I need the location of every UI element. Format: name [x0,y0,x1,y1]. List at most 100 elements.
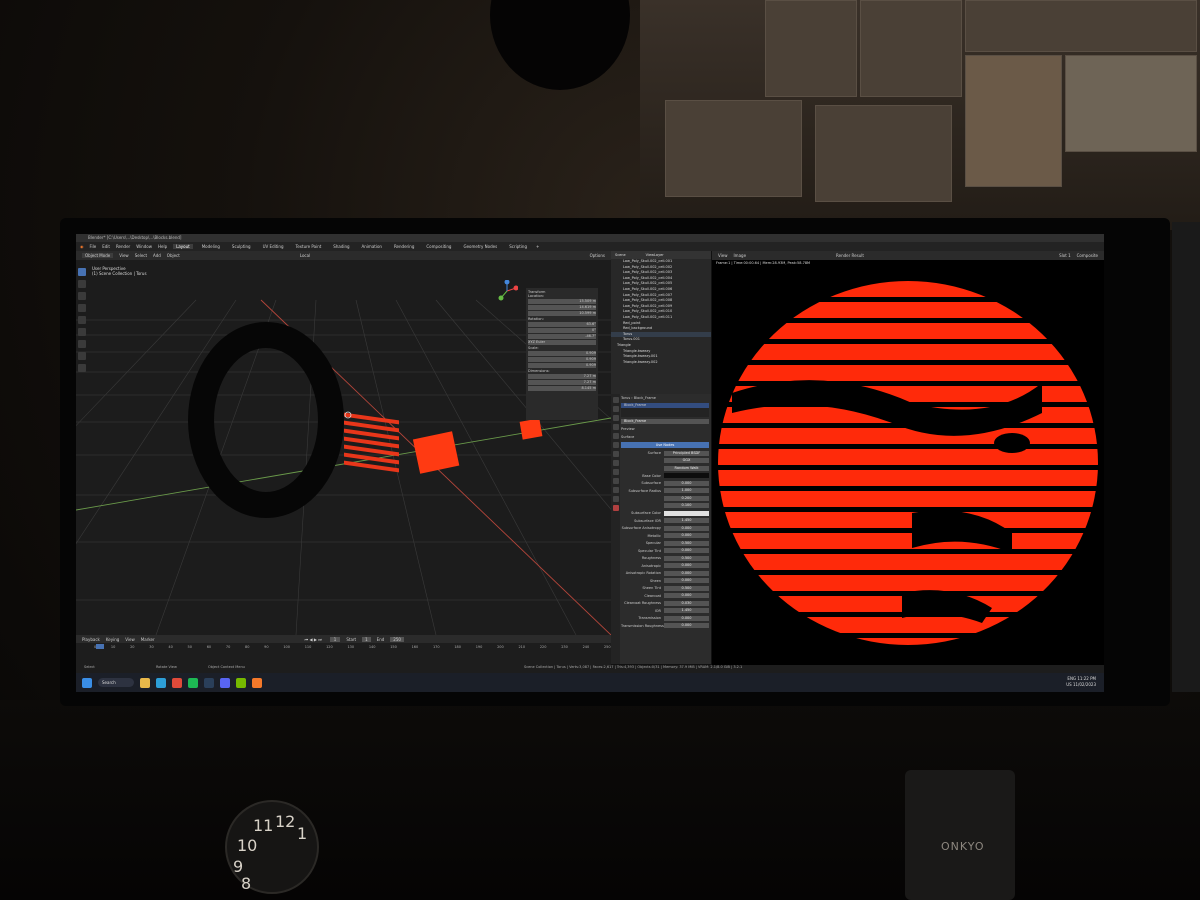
steam-icon[interactable] [204,677,214,688]
windows-start-icon[interactable] [82,677,92,688]
location-y-field[interactable]: 14.619 m [528,305,596,310]
shader-field-value[interactable]: 1.000 [664,488,709,494]
select-tool-icon[interactable] [78,268,86,276]
material-name[interactable]: Block_Frame [621,419,709,425]
shader-field-value[interactable]: 0.000 [664,623,709,629]
taskbar-time[interactable]: 11:22 PM [1077,676,1096,681]
object-tab-icon[interactable] [612,451,619,457]
scene-tab-icon[interactable] [612,433,619,439]
material-slot[interactable]: Block_Frame [621,402,709,408]
dimensions-x-field[interactable]: 7.27 m [528,374,596,379]
start-frame-field[interactable]: 1 [362,636,371,642]
edge-icon[interactable] [156,677,166,688]
add-cube-tool-icon[interactable] [78,364,86,372]
tab-uv-editing[interactable]: UV Editing [260,244,287,249]
shader-field-value[interactable]: 0.000 [664,480,709,486]
shader-field-value[interactable]: 0.200 [664,495,709,501]
tab-compositing[interactable]: Compositing [423,244,454,249]
render-tab-icon[interactable] [612,406,619,412]
menu-marker[interactable]: Marker [141,637,155,642]
scene-selector[interactable]: Scene [615,253,626,257]
menu-object[interactable]: Object [167,253,180,258]
location-x-field[interactable]: 15.509 m [528,299,596,304]
mode-dropdown[interactable]: Object Mode [82,253,114,258]
menu-add[interactable]: Add [153,253,161,258]
tab-sculpting[interactable]: Sculpting [229,244,254,249]
menu-select[interactable]: Select [135,253,147,258]
subsurface-method-dropdown[interactable]: Random Walk [664,465,709,471]
dimensions-z-field[interactable]: 8.145 m [528,386,596,391]
tab-shading[interactable]: Shading [330,244,352,249]
shader-field-value[interactable]: 0.000 [664,525,709,531]
tab-layout[interactable]: Layout [173,244,193,249]
chrome-icon[interactable] [172,677,182,688]
menu-view[interactable]: View [119,253,129,258]
image-name[interactable]: Render Result [836,253,864,258]
cursor-tool-icon[interactable] [78,280,86,288]
shader-field-value[interactable]: 0.000 [664,578,709,584]
annotate-tool-icon[interactable] [78,340,86,348]
scale-x-field[interactable]: 0.909 [528,351,596,356]
navigation-gizmo[interactable] [496,279,519,302]
menu-keying[interactable]: Keying [106,637,119,642]
menu-help[interactable]: Help [158,244,167,249]
outliner-item[interactable]: Triangle.tweezy.002 [611,360,711,366]
view-layer-tab-icon[interactable] [612,424,619,430]
rotate-tool-icon[interactable] [78,304,86,312]
3d-viewport[interactable]: User Perspective (1) Scene Collection | … [76,260,611,635]
shader-field-value[interactable]: 0.000 [664,533,709,539]
constraints-tab-icon[interactable] [612,487,619,493]
tab-scripting[interactable]: Scripting [506,244,530,249]
shader-field-value[interactable]: 0.000 [664,593,709,599]
blender-app-icon[interactable] [252,677,262,688]
view-layer-selector[interactable]: ViewLayer [646,253,664,257]
tab-rendering[interactable]: Rendering [391,244,417,249]
particles-tab-icon[interactable] [612,469,619,475]
shader-field-value[interactable]: 0.000 [664,548,709,554]
shader-field-value[interactable]: 0.500 [664,540,709,546]
rotation-y-field[interactable]: 0° [528,328,596,333]
scale-tool-icon[interactable] [78,316,86,324]
data-tab-icon[interactable] [612,496,619,502]
rotation-x-field[interactable]: 63.6° [528,322,596,327]
tab-animation[interactable]: Animation [359,244,385,249]
menu-render[interactable]: Render [116,244,130,249]
shader-field-value[interactable]: 0.500 [664,585,709,591]
rotation-mode-dropdown[interactable]: XYZ Euler [528,340,596,345]
measure-tool-icon[interactable] [78,352,86,360]
current-frame-field[interactable]: 1 [329,636,341,642]
spotify-icon[interactable] [188,677,198,688]
dimensions-y-field[interactable]: 7.27 m [528,380,596,385]
add-workspace-icon[interactable]: + [536,244,539,249]
play-controls[interactable]: ⏮ ◀ ▶ ⏭ [305,637,322,642]
pass-dropdown[interactable]: Composite [1077,253,1098,258]
pivot-dropdown[interactable]: Local [300,253,310,258]
material-name-field[interactable]: Block_Frame [621,419,709,426]
menu-image[interactable]: Image [734,253,747,258]
shader-field-value[interactable]: 0.030 [664,600,709,606]
shader-field-value[interactable]: 1.450 [664,608,709,614]
shader-field-value[interactable]: 0.000 [664,563,709,569]
distribution-dropdown[interactable]: GGX [664,458,709,464]
surface-section[interactable]: Surface [621,434,709,441]
output-tab-icon[interactable] [612,415,619,421]
taskbar-date[interactable]: 11/02/2023 [1073,682,1096,687]
move-tool-icon[interactable] [78,292,86,300]
tab-texture-paint[interactable]: Texture Paint [292,244,324,249]
shader-field-value[interactable]: 0.000 [664,570,709,576]
tab-geometry-nodes[interactable]: Geometry Nodes [460,244,500,249]
shader-field-value[interactable] [664,510,709,516]
input-language[interactable]: ENG [1067,676,1076,681]
material-slot-list[interactable]: Block_Frame [621,402,709,417]
use-nodes-button[interactable]: Use Nodes [621,442,709,448]
shader-field-value[interactable]: 0.500 [664,555,709,561]
end-frame-field[interactable]: 250 [390,636,404,642]
input-region[interactable]: US [1066,682,1071,687]
nvidia-icon[interactable] [236,677,246,688]
menu-edit[interactable]: Edit [102,244,110,249]
surface-shader-dropdown[interactable]: Principled BSDF [664,450,709,456]
shader-field-value[interactable]: 1.450 [664,518,709,524]
options-dropdown[interactable]: Options [590,253,605,258]
slot-dropdown[interactable]: Slot 1 [1059,253,1070,258]
menu-playback[interactable]: Playback [82,637,100,642]
